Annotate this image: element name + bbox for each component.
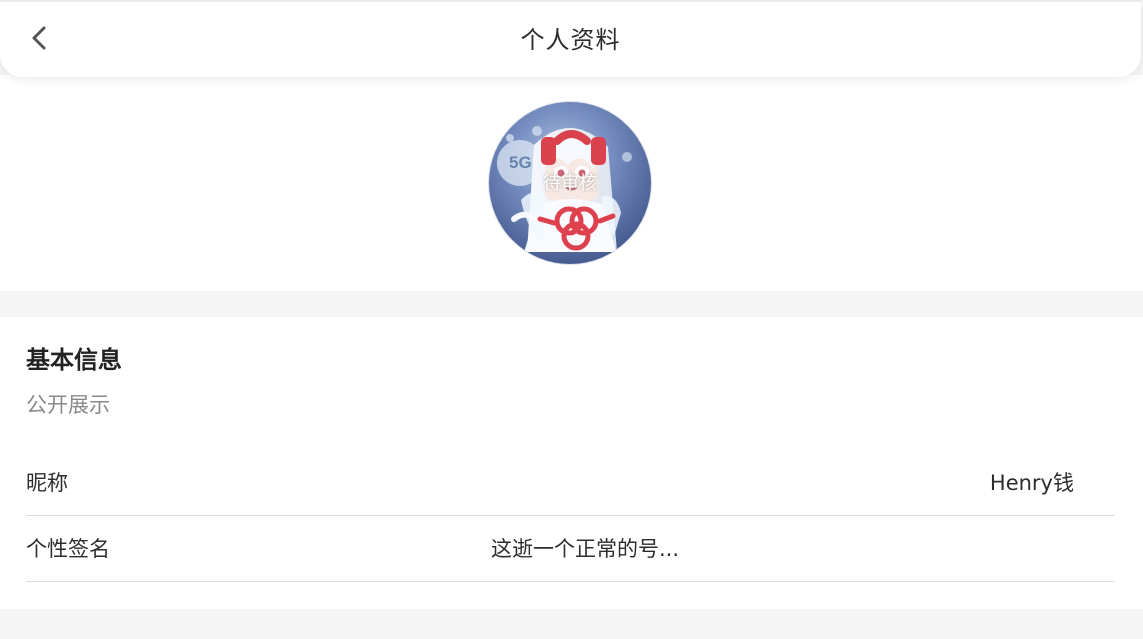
avatar[interactable]: 5G xyxy=(489,102,651,264)
basic-info-title: 基本信息 xyxy=(26,346,122,374)
basic-info-subtitle: 公开展示 xyxy=(26,393,110,417)
signature-row[interactable]: 个性签名 这逝一个正常的号... xyxy=(26,516,1115,582)
nickname-label: 昵称 xyxy=(26,471,68,495)
nickname-row[interactable]: 昵称 Henry钱 xyxy=(26,450,1115,516)
section-gap xyxy=(0,291,1143,317)
page-title: 个人资料 xyxy=(520,26,621,54)
nickname-value: Henry钱 xyxy=(989,471,1074,495)
basic-info-card: 基本信息 公开展示 昵称 Henry钱 个性签名 这逝一个正常的号... xyxy=(0,317,1143,609)
profile-page: 个人资料 5G xyxy=(0,0,1143,639)
signature-label: 个性签名 xyxy=(26,537,110,561)
bottom-background-strip xyxy=(0,609,1143,639)
avatar-section: 5G xyxy=(0,75,1143,291)
signature-value: 这逝一个正常的号... xyxy=(491,537,680,561)
avatar-review-status: 待审核 xyxy=(543,173,597,194)
top-navigation-bar: 个人资料 xyxy=(0,0,1141,77)
